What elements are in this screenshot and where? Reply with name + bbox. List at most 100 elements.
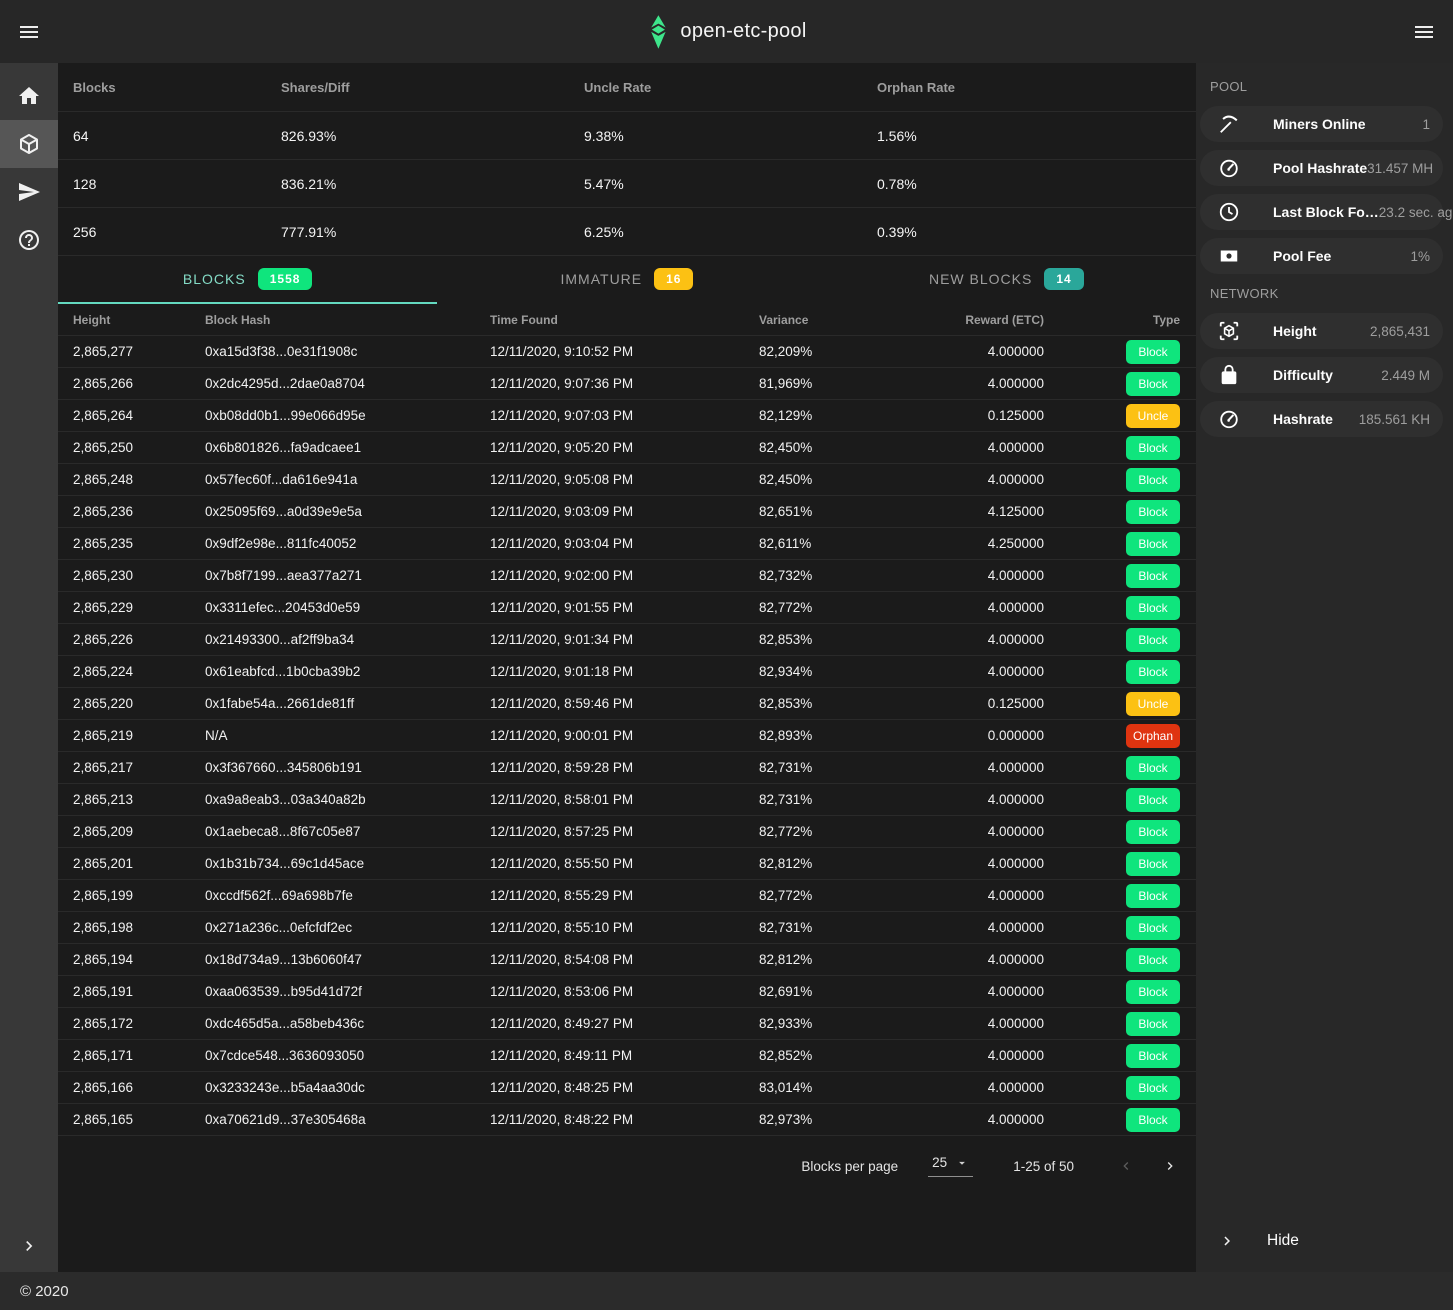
- send-icon: [17, 180, 41, 204]
- stat-label: Pool Hashrate: [1273, 160, 1367, 176]
- sidebar-item-blocks[interactable]: [0, 120, 58, 168]
- block-height: 2,865,201: [58, 856, 205, 871]
- block-reward: 4.000000: [940, 344, 1044, 359]
- block-hash: 0x9df2e98e...811fc40052: [205, 536, 490, 551]
- block-time-found: 12/11/2020, 9:01:55 PM: [490, 600, 759, 615]
- block-reward: 4.000000: [940, 376, 1044, 391]
- block-row[interactable]: 2,865,165 0xa70621d9...37e305468a 12/11/…: [58, 1104, 1196, 1136]
- block-variance: 82,934%: [759, 664, 940, 679]
- block-variance: 82,812%: [759, 952, 940, 967]
- block-row[interactable]: 2,865,194 0x18d734a9...13b6060f47 12/11/…: [58, 944, 1196, 976]
- block-hash: 0x7b8f7199...aea377a271: [205, 568, 490, 583]
- block-row[interactable]: 2,865,226 0x21493300...af2ff9ba34 12/11/…: [58, 624, 1196, 656]
- block-type-badge: Block: [1126, 660, 1180, 684]
- block-row[interactable]: 2,865,213 0xa9a8eab3...03a340a82b 12/11/…: [58, 784, 1196, 816]
- cash-icon: [1218, 245, 1240, 267]
- block-hash: 0x6b801826...fa9adcaee1: [205, 440, 490, 455]
- tab-label: NEW BLOCKS: [929, 271, 1032, 287]
- pagination-bar: Blocks per page 25 1-25 of 50: [58, 1142, 1196, 1190]
- block-row[interactable]: 2,865,198 0x271a236c...0efcfdf2ec 12/11/…: [58, 912, 1196, 944]
- top-app-bar: open-etc-pool: [0, 0, 1453, 63]
- block-row[interactable]: 2,865,209 0x1aebeca8...8f67c05e87 12/11/…: [58, 816, 1196, 848]
- block-hash: 0xb08dd0b1...99e066d95e: [205, 408, 490, 423]
- block-type-badge: Block: [1126, 596, 1180, 620]
- block-variance: 82,772%: [759, 824, 940, 839]
- block-row[interactable]: 2,865,230 0x7b8f7199...aea377a271 12/11/…: [58, 560, 1196, 592]
- block-row[interactable]: 2,865,277 0xa15d3f38...0e31f1908c 12/11/…: [58, 336, 1196, 368]
- block-row[interactable]: 2,865,217 0x3f367660...345806b191 12/11/…: [58, 752, 1196, 784]
- block-time-found: 12/11/2020, 8:49:27 PM: [490, 1016, 759, 1031]
- cube-icon: [17, 132, 41, 156]
- block-row[interactable]: 2,865,172 0xdc465d5a...a58beb436c 12/11/…: [58, 1008, 1196, 1040]
- previous-page-chevron-left-icon[interactable]: [1118, 1158, 1134, 1174]
- block-row[interactable]: 2,865,236 0x25095f69...a0d39e9e5a 12/11/…: [58, 496, 1196, 528]
- block-time-found: 12/11/2020, 8:59:46 PM: [490, 696, 759, 711]
- block-height: 2,865,248: [58, 472, 205, 487]
- luck-stats-row: 256 777.91% 6.25% 0.39%: [58, 208, 1196, 256]
- menu-right-button[interactable]: [1412, 20, 1436, 44]
- block-row[interactable]: 2,865,220 0x1fabe54a...2661de81ff 12/11/…: [58, 688, 1196, 720]
- page-size-select[interactable]: 25: [928, 1155, 973, 1177]
- tab-new-blocks[interactable]: NEW BLOCKS 14: [817, 256, 1196, 304]
- blocks-tabs: BLOCKS 1558 IMMATURE 16 NEW BLOCKS 14: [58, 256, 1196, 304]
- network-stat-difficulty: Difficulty 2.449 M: [1200, 357, 1443, 393]
- block-row[interactable]: 2,865,264 0xb08dd0b1...99e066d95e 12/11/…: [58, 400, 1196, 432]
- block-row[interactable]: 2,865,250 0x6b801826...fa9adcaee1 12/11/…: [58, 432, 1196, 464]
- stat-value: 2.449 M: [1381, 368, 1430, 383]
- pool-section-title: POOL: [1196, 75, 1453, 102]
- network-section-title: NETWORK: [1196, 282, 1453, 309]
- block-type-badge: Orphan: [1126, 724, 1180, 748]
- block-row[interactable]: 2,865,201 0x1b31b734...69c1d45ace 12/11/…: [58, 848, 1196, 880]
- block-row[interactable]: 2,865,171 0x7cdce548...3636093050 12/11/…: [58, 1040, 1196, 1072]
- sidebar-item-home[interactable]: [0, 72, 58, 120]
- clock-icon: [1218, 201, 1240, 223]
- block-row[interactable]: 2,865,166 0x3233243e...b5a4aa30dc 12/11/…: [58, 1072, 1196, 1104]
- block-reward: 0.125000: [940, 696, 1044, 711]
- block-hash: 0x1fabe54a...2661de81ff: [205, 696, 490, 711]
- block-height: 2,865,198: [58, 920, 205, 935]
- block-time-found: 12/11/2020, 9:00:01 PM: [490, 728, 759, 743]
- next-page-chevron-right-icon[interactable]: [1162, 1158, 1178, 1174]
- tab-count-badge: 16: [654, 268, 693, 290]
- sidebar-item-help[interactable]: [0, 216, 58, 264]
- stat-label: Miners Online: [1273, 116, 1366, 132]
- orphan-rate: 0.39%: [877, 224, 1196, 240]
- block-row[interactable]: 2,865,229 0x3311efec...20453d0e59 12/11/…: [58, 592, 1196, 624]
- block-height: 2,865,194: [58, 952, 205, 967]
- block-reward: 4.250000: [940, 536, 1044, 551]
- col-blocks: Blocks: [58, 80, 281, 95]
- block-hash: N/A: [205, 728, 490, 743]
- tab-immature[interactable]: IMMATURE 16: [437, 256, 816, 304]
- block-row[interactable]: 2,865,224 0x61eabfcd...1b0cba39b2 12/11/…: [58, 656, 1196, 688]
- col-reward: Reward (ETC): [940, 313, 1044, 327]
- block-reward: 4.000000: [940, 440, 1044, 455]
- block-row[interactable]: 2,865,248 0x57fec60f...da616e941a 12/11/…: [58, 464, 1196, 496]
- home-icon: [17, 84, 41, 108]
- block-row[interactable]: 2,865,235 0x9df2e98e...811fc40052 12/11/…: [58, 528, 1196, 560]
- sidebar-spacer: [1196, 445, 1453, 1232]
- menu-icon: [17, 20, 41, 44]
- block-row[interactable]: 2,865,266 0x2dc4295d...2dae0a8704 12/11/…: [58, 368, 1196, 400]
- block-hash: 0x3311efec...20453d0e59: [205, 600, 490, 615]
- block-row[interactable]: 2,865,191 0xaa063539...b95d41d72f 12/11/…: [58, 976, 1196, 1008]
- block-reward: 4.000000: [940, 1080, 1044, 1095]
- stat-label: Height: [1273, 323, 1317, 339]
- block-variance: 82,611%: [759, 536, 940, 551]
- tab-blocks[interactable]: BLOCKS 1558: [58, 256, 437, 304]
- pool-stat-pool-hashrate: Pool Hashrate 31.457 MH: [1200, 150, 1443, 186]
- sidebar-expand-chevron-right-icon[interactable]: [19, 1236, 39, 1256]
- block-reward: 4.000000: [940, 888, 1044, 903]
- block-hash: 0x1b31b734...69c1d45ace: [205, 856, 490, 871]
- block-row[interactable]: 2,865,199 0xccdf562f...69a698b7fe 12/11/…: [58, 880, 1196, 912]
- block-variance: 82,893%: [759, 728, 940, 743]
- block-type-badge: Block: [1126, 372, 1180, 396]
- block-hash: 0x271a236c...0efcfdf2ec: [205, 920, 490, 935]
- block-hash: 0x1aebeca8...8f67c05e87: [205, 824, 490, 839]
- block-hash: 0x21493300...af2ff9ba34: [205, 632, 490, 647]
- block-row[interactable]: 2,865,219 N/A 12/11/2020, 9:00:01 PM 82,…: [58, 720, 1196, 752]
- menu-left-button[interactable]: [17, 20, 41, 44]
- sidebar-item-payments[interactable]: [0, 168, 58, 216]
- hide-sidebar-button[interactable]: Hide: [1196, 1232, 1453, 1272]
- blocks-table: Height Block Hash Time Found Variance Re…: [58, 304, 1196, 1136]
- stats-sidebar: POOL Miners Online 1 Pool Hashrate 31.45…: [1196, 63, 1453, 1272]
